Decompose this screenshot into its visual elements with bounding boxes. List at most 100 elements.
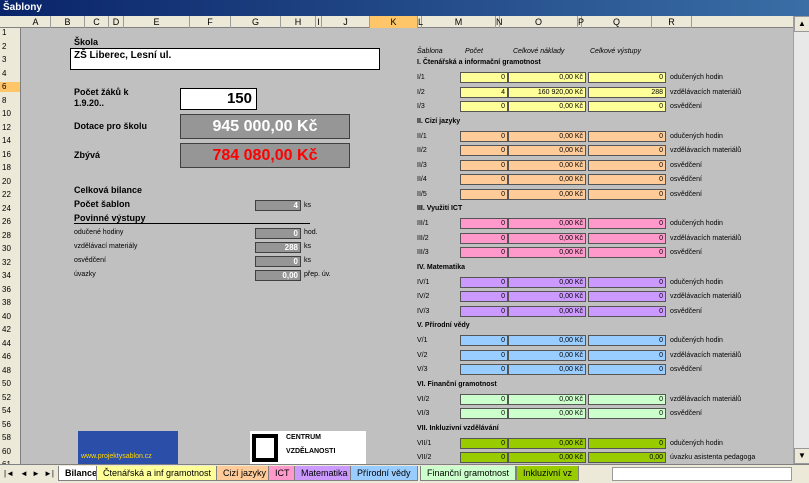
row-header-50[interactable]: 50: [0, 379, 20, 389]
count-input[interactable]: 0: [460, 393, 508, 405]
cost-cell: 0,00 Kč: [508, 291, 586, 302]
row-header-16[interactable]: 16: [0, 150, 20, 160]
section-title: IV. Matematika: [417, 263, 465, 271]
output-value: 0: [255, 228, 301, 239]
column-header-K[interactable]: K: [370, 16, 418, 28]
row-header-14[interactable]: 14: [0, 136, 20, 146]
tab-next-icon[interactable]: ►: [32, 468, 40, 480]
tab-přírodní-vědy[interactable]: Přírodní vědy: [350, 466, 418, 481]
count-input[interactable]: 0: [460, 349, 508, 361]
column-header-B[interactable]: B: [51, 16, 85, 28]
row-header-30[interactable]: 30: [0, 244, 20, 254]
count-input[interactable]: 0: [460, 305, 508, 317]
centrum-logo-icon: [252, 434, 278, 462]
horizontal-scrollbar[interactable]: [612, 467, 792, 481]
tab-finanční-gramotnost[interactable]: Finanční gramotnost: [420, 466, 517, 481]
row-header-3[interactable]: 3: [0, 55, 20, 65]
row-header-12[interactable]: 12: [0, 123, 20, 133]
tab-ict[interactable]: ICT: [268, 466, 297, 481]
output-cell: 0: [588, 393, 666, 405]
column-header-E[interactable]: E: [124, 16, 190, 28]
row-header-10[interactable]: 10: [0, 109, 20, 119]
row-header-32[interactable]: 32: [0, 258, 20, 268]
row-header-54[interactable]: 54: [0, 406, 20, 416]
output-desc: osvědčení: [670, 103, 702, 110]
row-header-8[interactable]: 8: [0, 96, 20, 106]
row-header-2[interactable]: 2: [0, 42, 20, 52]
count-input[interactable]: 0: [460, 188, 508, 200]
row-header-52[interactable]: 52: [0, 393, 20, 403]
count-input[interactable]: 0: [460, 408, 508, 419]
cost-cell: 0,00 Kč: [508, 408, 586, 419]
scroll-down-icon[interactable]: ▼: [794, 448, 809, 464]
output-desc: odučených hodin: [670, 278, 723, 286]
cost-cell: 0,00 Kč: [508, 188, 586, 200]
column-header-C[interactable]: C: [85, 16, 109, 28]
row-header-38[interactable]: 38: [0, 298, 20, 308]
row-header-24[interactable]: 24: [0, 204, 20, 214]
row-header-1[interactable]: 1: [0, 28, 20, 38]
column-header-G[interactable]: G: [231, 16, 281, 28]
column-header-J[interactable]: J: [322, 16, 370, 28]
output-cell: 0: [588, 291, 666, 302]
row-header-58[interactable]: 58: [0, 433, 20, 443]
row-header-36[interactable]: 36: [0, 285, 20, 295]
row-header-46[interactable]: 46: [0, 352, 20, 362]
count-input[interactable]: 0: [460, 159, 508, 171]
column-header-M[interactable]: M: [422, 16, 496, 28]
row-header-bar: 1 2 3 4 6 8 10 12 14 16 18 20 22 24 26 28 30 32 34 36 38 40 42…: [0, 28, 21, 464]
row-header-42[interactable]: 42: [0, 325, 20, 335]
row-header-56[interactable]: 56: [0, 420, 20, 430]
row-header-20[interactable]: 20: [0, 177, 20, 187]
row-header-48[interactable]: 48: [0, 366, 20, 376]
pocet-zaku-input[interactable]: 150: [180, 88, 257, 110]
count-input[interactable]: 0: [460, 276, 508, 288]
count-input[interactable]: 0: [460, 145, 508, 156]
output-value: 0,00: [255, 270, 301, 281]
column-header-Q[interactable]: Q: [582, 16, 652, 28]
count-input[interactable]: 0: [460, 437, 508, 449]
row-header-22[interactable]: 22: [0, 190, 20, 200]
count-input[interactable]: 0: [460, 101, 508, 112]
row-header-60[interactable]: 60: [0, 447, 20, 457]
tab-last-icon[interactable]: ►|: [44, 468, 54, 480]
column-header-O[interactable]: O: [500, 16, 578, 28]
tab-prev-icon[interactable]: ◄: [20, 468, 28, 480]
skola-field[interactable]: ZŠ Liberec, Lesní ul.: [70, 48, 380, 70]
row-header-18[interactable]: 18: [0, 163, 20, 173]
count-input[interactable]: 0: [460, 247, 508, 258]
column-header-R[interactable]: R: [652, 16, 692, 28]
cost-cell: 160 920,00 Kč: [508, 86, 586, 98]
count-input[interactable]: 0: [460, 452, 508, 463]
row-header-6[interactable]: 6: [0, 82, 20, 92]
vertical-scrollbar[interactable]: ▲ ▼: [793, 16, 809, 464]
column-header-D[interactable]: D: [109, 16, 124, 28]
row-header-44[interactable]: 44: [0, 339, 20, 349]
sheet-grid[interactable]: Škola ZŠ Liberec, Lesní ul. Počet žáků k…: [22, 28, 793, 464]
tab-inkluzivní-vz[interactable]: Inkluzivní vz: [516, 466, 580, 481]
pocet-sablon-label: Počet šablon: [74, 199, 131, 209]
column-header-F[interactable]: F: [190, 16, 231, 28]
row-header-40[interactable]: 40: [0, 312, 20, 322]
row-header-4[interactable]: 4: [0, 69, 20, 79]
count-input[interactable]: 0: [460, 291, 508, 302]
count-input[interactable]: 0: [460, 232, 508, 244]
column-header-A[interactable]: A: [21, 16, 51, 28]
count-input[interactable]: 0: [460, 335, 508, 346]
tab-first-icon[interactable]: |◄: [4, 468, 14, 480]
tab-čtenářská-a-inf-gramotnost[interactable]: Čtenářská a inf gramotnost: [96, 466, 219, 481]
count-input[interactable]: 0: [460, 218, 508, 229]
row-header-34[interactable]: 34: [0, 271, 20, 281]
tab-cizí-jazyky[interactable]: Cizí jazyky: [216, 466, 274, 481]
count-input[interactable]: 4: [460, 86, 508, 98]
count-input[interactable]: 0: [460, 130, 508, 142]
column-header-H[interactable]: H: [281, 16, 316, 28]
scroll-up-icon[interactable]: ▲: [794, 16, 809, 32]
row-header-28[interactable]: 28: [0, 231, 20, 241]
output-desc: odučených hodin: [670, 220, 723, 227]
row-header-26[interactable]: 26: [0, 217, 20, 227]
count-input[interactable]: 0: [460, 72, 508, 83]
tab-matematika[interactable]: Matematika: [294, 466, 355, 481]
count-input[interactable]: 0: [460, 174, 508, 185]
count-input[interactable]: 0: [460, 364, 508, 375]
